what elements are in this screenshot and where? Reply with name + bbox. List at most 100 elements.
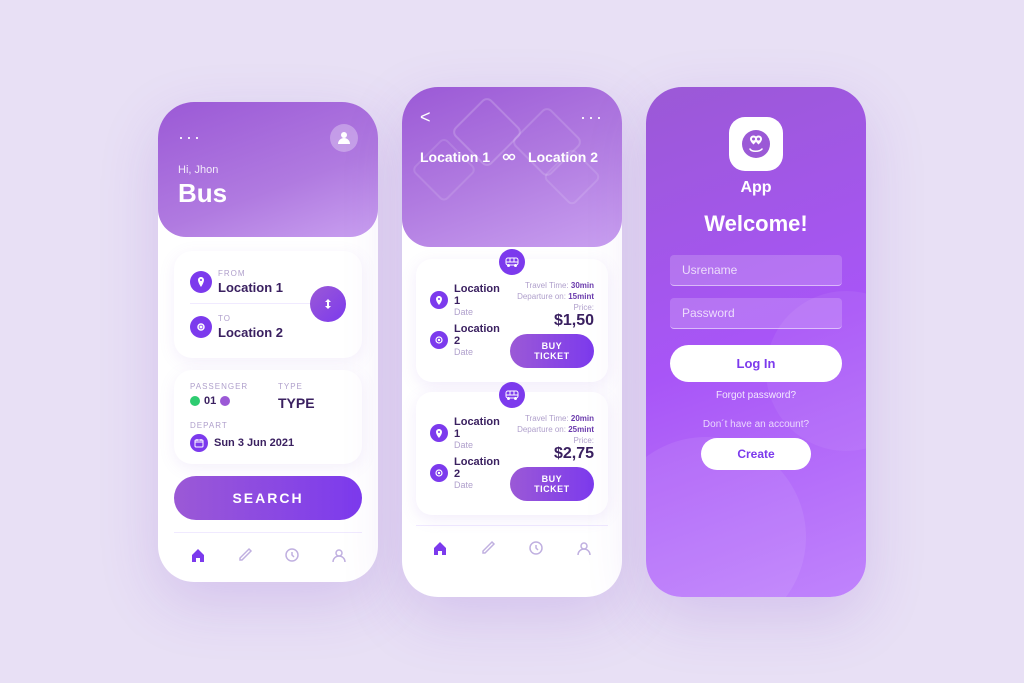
screen2-topbar: < ··· (420, 107, 604, 128)
ticket1-right: Travel Time: 30min Departure on: 15mint … (510, 273, 594, 368)
to-location-icon (190, 316, 212, 338)
from-field: FROM Location 1 (190, 265, 310, 304)
depart-row-wrap: DEPART Sun 3 Jun 2021 (190, 421, 346, 452)
nav-edit-icon[interactable] (231, 541, 259, 569)
screen2-body: Location 1 Date Location 2 Date (402, 247, 622, 578)
app-screens: ··· Hi, Jhon Bus (158, 87, 866, 597)
ticket2-to-icon (430, 464, 448, 482)
app-name: App (740, 179, 771, 197)
route-display: Location 1 Location 2 (420, 148, 604, 166)
screen2-dots-icon[interactable]: ··· (580, 107, 604, 128)
ticket-card-2: Location 1 Date Location 2 Date (416, 392, 608, 515)
calendar-icon (190, 434, 208, 452)
buy-ticket-button-2[interactable]: BUY TICKET (510, 467, 594, 501)
screen3-bg: App Welcome! Log In Forgot password? Don… (646, 87, 866, 597)
passenger-type-row: PASSENGER 01 TYPE TYPE (190, 382, 346, 411)
username-input[interactable] (670, 255, 842, 286)
ticket1-stops: Location 1 Date Location 2 Date (430, 273, 500, 368)
s2-nav-home-icon[interactable] (426, 534, 454, 562)
from-label: FROM (218, 269, 283, 278)
to-field: TO Location 2 (190, 310, 310, 344)
ticket2-from-text: Location 1 Date (454, 416, 500, 450)
passenger-label: PASSENGER (190, 382, 258, 391)
nav-home-icon[interactable] (184, 541, 212, 569)
nav-clock-icon[interactable] (278, 541, 306, 569)
ticket1-meta: Travel Time: 30min Departure on: 15mint … (517, 281, 594, 330)
welcome-text: Welcome! (704, 211, 808, 237)
screen1-topbar: ··· (178, 124, 358, 152)
ticket2-from-row: Location 1 Date (430, 416, 500, 450)
screen2-bottom-nav (416, 525, 608, 566)
passenger-value: 01 (204, 395, 216, 407)
app-icon (729, 117, 783, 171)
ticket1-price: $1,50 (517, 312, 594, 330)
from-location-icon (190, 271, 212, 293)
info-card: PASSENGER 01 TYPE TYPE DEPART (174, 370, 362, 464)
depart-row: Sun 3 Jun 2021 (190, 434, 346, 452)
ticket1-from-text: Location 1 Date (454, 283, 500, 317)
ticket1-to-row: Location 2 Date (430, 323, 500, 357)
page-title: Bus (178, 178, 358, 209)
ticket1-to-icon (430, 331, 448, 349)
route-fields: FROM Location 1 TO Location 2 (190, 265, 310, 344)
depart-label: DEPART (190, 421, 346, 430)
ticket1-from-icon (430, 291, 448, 309)
phone-screen-3: App Welcome! Log In Forgot password? Don… (646, 87, 866, 597)
avatar-icon[interactable] (330, 124, 358, 152)
type-label: TYPE (278, 382, 346, 391)
ticket2-right: Travel Time: 20min Departure on: 25mint … (510, 406, 594, 501)
ticket2-price: $2,75 (517, 445, 594, 463)
screen1-header: ··· Hi, Jhon Bus (158, 102, 378, 237)
s2-nav-clock-icon[interactable] (522, 534, 550, 562)
back-button[interactable]: < (420, 107, 431, 128)
type-col: TYPE TYPE (278, 382, 346, 411)
ticket1-travel-time: Travel Time: 30min (517, 281, 594, 290)
ticket2-to-text: Location 2 Date (454, 456, 500, 490)
forgot-password-link[interactable]: Forgot password? (716, 390, 796, 401)
bottom-nav (174, 532, 362, 573)
phone-screen-2: < ··· Location 1 Location 2 (402, 87, 622, 597)
phone-screen-1: ··· Hi, Jhon Bus (158, 102, 378, 582)
ticket-card-1: Location 1 Date Location 2 Date (416, 259, 608, 382)
bus-icon-1 (499, 249, 525, 275)
ticket2-to-row: Location 2 Date (430, 456, 500, 490)
screen2-header: < ··· Location 1 Location 2 (402, 87, 622, 247)
login-button[interactable]: Log In (670, 345, 842, 382)
bus-icon-2 (499, 382, 525, 408)
ticket2-price-label: Price: (517, 436, 594, 445)
screen1-body: FROM Location 1 TO Location 2 (158, 237, 378, 582)
ticket2-departure: Departure on: 25mint (517, 425, 594, 434)
buy-ticket-button-1[interactable]: BUY TICKET (510, 334, 594, 368)
passenger-value-row: 01 (190, 395, 258, 407)
s2-nav-edit-icon[interactable] (474, 534, 502, 562)
menu-dots-icon[interactable]: ··· (178, 127, 202, 148)
depart-value: Sun 3 Jun 2021 (214, 437, 294, 449)
to-label: TO (218, 314, 283, 323)
screen2-loc2: Location 2 (528, 149, 598, 165)
screen2-loc1: Location 1 (420, 149, 490, 165)
no-account-text: Don´t have an account? (703, 419, 809, 430)
ticket1-to-text: Location 2 Date (454, 323, 500, 357)
password-input[interactable] (670, 298, 842, 329)
ticket1-price-label: Price: (517, 303, 594, 312)
ticket1-departure: Departure on: 15mint (517, 292, 594, 301)
type-value: TYPE (278, 395, 346, 411)
dot-green (190, 396, 200, 406)
ticket2-stops: Location 1 Date Location 2 Date (430, 406, 500, 501)
ticket2-meta: Travel Time: 20min Departure on: 25mint … (517, 414, 594, 463)
create-account-button[interactable]: Create (701, 438, 810, 470)
from-value: Location 1 (218, 280, 283, 295)
ticket2-travel-time: Travel Time: 20min (517, 414, 594, 423)
nav-user-icon[interactable] (325, 541, 353, 569)
dot-purple (220, 396, 230, 406)
ticket1-from-row: Location 1 Date (430, 283, 500, 317)
search-button[interactable]: SEARCH (174, 476, 362, 520)
ticket2-from-icon (430, 424, 448, 442)
greeting-text: Hi, Jhon (178, 164, 358, 176)
to-value: Location 2 (218, 325, 283, 340)
route-row: FROM Location 1 TO Location 2 (190, 265, 346, 344)
swap-button[interactable] (310, 286, 346, 322)
s2-nav-user-icon[interactable] (570, 534, 598, 562)
passenger-col: PASSENGER 01 (190, 382, 258, 411)
route-card: FROM Location 1 TO Location 2 (174, 251, 362, 358)
